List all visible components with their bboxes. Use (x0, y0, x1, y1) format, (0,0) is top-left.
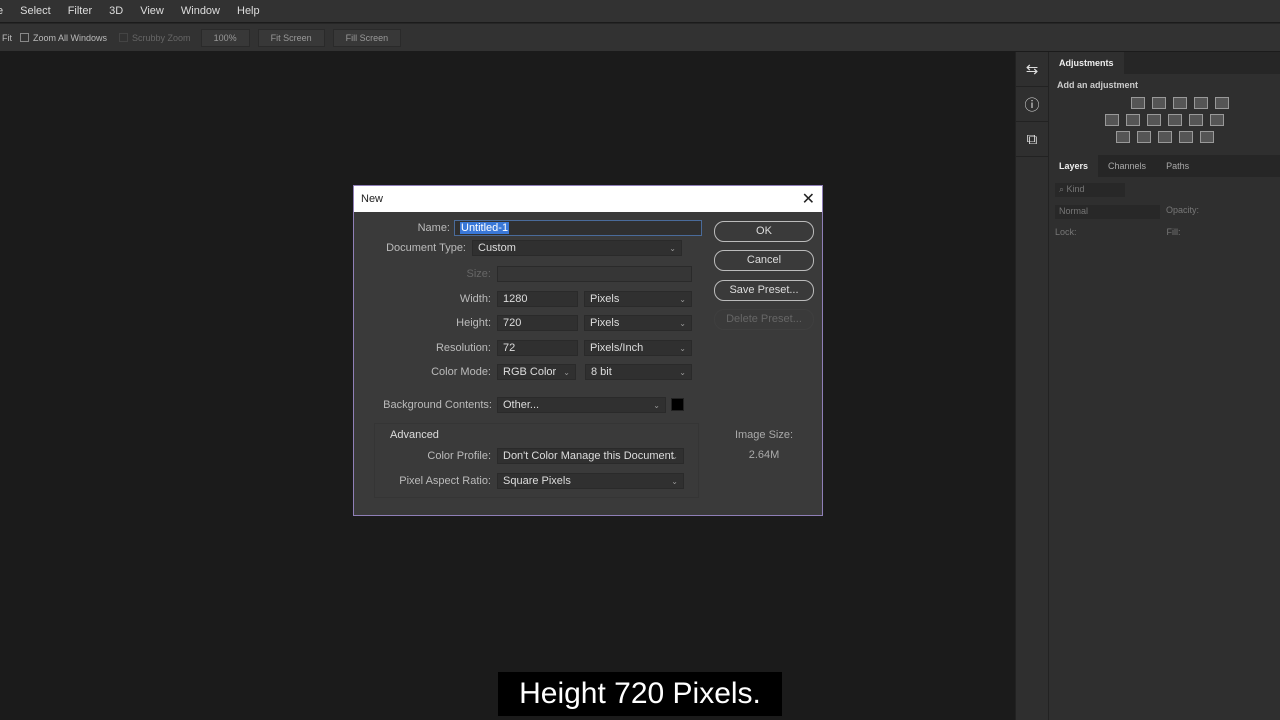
chevron-down-icon: ⌄ (679, 319, 686, 328)
image-size-label: Image Size: (734, 429, 794, 441)
chevron-down-icon: ⌄ (671, 452, 678, 461)
threshold-icon[interactable] (1157, 131, 1172, 143)
close-icon[interactable]: ✕ (802, 189, 815, 209)
document-type-label: Document Type: (386, 242, 466, 254)
menu-select[interactable]: Select (20, 5, 51, 17)
properties-icon[interactable]: ⧉ (1016, 122, 1048, 157)
height-label: Height: (456, 317, 491, 329)
black-white-icon[interactable] (1147, 114, 1161, 126)
document-type-select[interactable]: Custom ⌄ (472, 240, 682, 256)
chevron-down-icon: ⌄ (653, 401, 660, 410)
zoom-all-checkbox[interactable] (20, 33, 29, 42)
add-adjustment-label: Add an adjustment (1057, 80, 1139, 90)
new-document-dialog: New ✕ Name: Untitled-1 Document Type: Cu… (353, 185, 823, 516)
height-unit-select[interactable]: Pixels ⌄ (584, 315, 692, 331)
history-icon[interactable]: ⇆ (1016, 52, 1048, 87)
chevron-down-icon: ⌄ (671, 477, 678, 486)
menu-view[interactable]: View (140, 5, 164, 17)
channel-mixer-icon[interactable] (1189, 114, 1203, 126)
vibrance-icon[interactable] (1214, 97, 1229, 109)
selective-color-icon[interactable] (1178, 131, 1193, 143)
color-profile-label: Color Profile: (427, 450, 491, 462)
background-color-swatch[interactable] (671, 398, 684, 411)
name-input[interactable]: Untitled-1 (454, 220, 702, 236)
hue-saturation-icon[interactable] (1105, 114, 1119, 126)
opacity-label: Opacity: (1166, 205, 1200, 215)
brightness-icon[interactable] (1130, 97, 1145, 109)
menu-3d[interactable]: 3D (109, 5, 123, 17)
panel-icon-strip: ⇆ ⓘ ⧉ (1015, 52, 1048, 720)
menu-filter[interactable]: Filter (68, 5, 92, 17)
chevron-down-icon: ⌄ (679, 344, 686, 353)
right-panel: Adjustments Add an adjustment Layers Cha… (1048, 52, 1280, 720)
invert-icon[interactable] (1115, 131, 1130, 143)
menu-help[interactable]: Help (237, 5, 260, 17)
scrubby-label: Scrubby Zoom (132, 32, 191, 43)
dialog-titlebar: New ✕ (354, 186, 822, 212)
color-mode-label: Color Mode: (431, 366, 491, 378)
width-unit-select[interactable]: Pixels ⌄ (584, 291, 692, 307)
chevron-down-icon: ⌄ (563, 368, 570, 377)
bit-depth-select[interactable]: 8 bit ⌄ (585, 364, 692, 380)
info-icon[interactable]: ⓘ (1016, 87, 1048, 122)
scrubby-checkbox[interactable] (119, 33, 129, 42)
chevron-down-icon: ⌄ (669, 244, 676, 253)
tab-layers[interactable]: Layers (1049, 155, 1099, 177)
posterize-icon[interactable] (1136, 131, 1151, 143)
image-size-value: 2.64M (748, 449, 780, 461)
resolution-unit-select[interactable]: Pixels/Inch ⌄ (584, 340, 692, 356)
subtitle-caption: Height 720 Pixels. (498, 672, 782, 716)
fit-screen-button[interactable]: Fit Screen (257, 28, 325, 47)
pixel-aspect-ratio-label: Pixel Aspect Ratio: (399, 475, 491, 487)
resolution-label: Resolution: (435, 342, 491, 354)
width-label: Width: (459, 293, 491, 305)
dialog-title: New (361, 193, 384, 205)
height-input[interactable]: 720 (497, 315, 578, 331)
options-bar: Fit Zoom All Windows Scrubby Zoom 100% F… (0, 23, 1280, 51)
width-input[interactable]: 1280 (497, 291, 578, 307)
gradient-map-icon[interactable] (1199, 131, 1214, 143)
tab-adjustments[interactable]: Adjustments (1049, 52, 1124, 74)
curves-icon[interactable] (1172, 97, 1187, 109)
blend-mode-select[interactable]: Normal (1055, 205, 1160, 219)
save-preset-button[interactable]: Save Preset... (714, 280, 814, 301)
zoom-all-label: Zoom All Windows (33, 32, 108, 43)
color-lookup-icon[interactable] (1210, 114, 1224, 126)
chevron-down-icon: ⌄ (679, 368, 686, 377)
lock-label: Lock: (1055, 227, 1077, 237)
photo-filter-icon[interactable] (1168, 114, 1182, 126)
chevron-down-icon: ⌄ (679, 295, 686, 304)
background-contents-label: Background Contents: (383, 399, 492, 411)
name-label: Name: (417, 222, 450, 234)
size-select (497, 266, 692, 282)
layer-filter-kind[interactable]: ⌕ Kind (1055, 183, 1125, 197)
menu-window[interactable]: Window (181, 5, 220, 17)
fill-label: Fill: (1166, 227, 1181, 237)
color-balance-icon[interactable] (1126, 114, 1140, 126)
fit-label[interactable]: Fit (2, 33, 12, 43)
tab-paths[interactable]: Paths (1156, 161, 1199, 171)
size-label: Size: (466, 268, 491, 280)
menu-bar: e Select Filter 3D View Window Help (0, 0, 1280, 22)
fill-screen-button[interactable]: Fill Screen (332, 28, 402, 47)
background-contents-select[interactable]: Other... ⌄ (497, 397, 666, 413)
pixel-aspect-ratio-select[interactable]: Square Pixels ⌄ (497, 473, 684, 489)
exposure-icon[interactable] (1193, 97, 1208, 109)
menu-file[interactable]: e (0, 5, 3, 17)
color-mode-select[interactable]: RGB Color ⌄ (497, 364, 576, 380)
resolution-input[interactable]: 72 (497, 340, 578, 356)
ok-button[interactable]: OK (714, 221, 814, 242)
advanced-heading: Advanced (390, 429, 439, 441)
levels-icon[interactable] (1151, 97, 1166, 109)
cancel-button[interactable]: Cancel (714, 250, 814, 271)
tab-channels[interactable]: Channels (1098, 161, 1156, 171)
delete-preset-button: Delete Preset... (714, 309, 814, 330)
color-profile-select[interactable]: Don't Color Manage this Document ⌄ (497, 448, 684, 464)
zoom-100-button[interactable]: 100% (200, 28, 250, 47)
